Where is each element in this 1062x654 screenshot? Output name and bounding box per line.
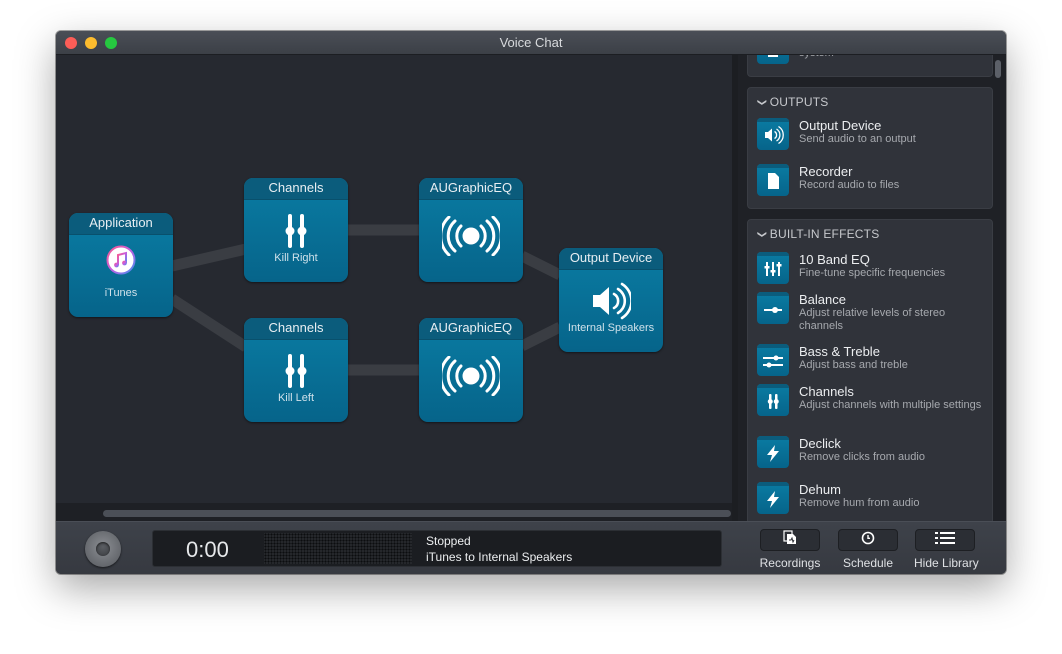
- node-title: Channels: [244, 318, 348, 340]
- eq-sliders-icon: [757, 252, 789, 284]
- file-icon: [757, 164, 789, 196]
- playback-status: Stopped: [426, 534, 471, 548]
- graph-node-application[interactable]: Application iTunes: [69, 213, 173, 317]
- library-item-desc: Adjust channels with multiple settings: [799, 399, 982, 411]
- status-display: 0:00 Stopped iTunes to Internal Speakers: [152, 530, 722, 567]
- graph-node-channels-kill-left[interactable]: Channels Kill Left: [244, 318, 348, 422]
- partial-item-icon: [757, 55, 789, 64]
- library-item-desc: Adjust relative levels of stereo channel…: [799, 307, 946, 332]
- title-bar: Voice Chat: [56, 31, 1006, 55]
- library-item-output-device[interactable]: Output Device Send audio to an output: [757, 118, 987, 158]
- node-subtitle: Kill Left: [277, 392, 315, 404]
- library-item-desc: system: [799, 55, 989, 60]
- schedule-label: Schedule: [842, 556, 894, 570]
- wire-application-channels-2: [169, 294, 249, 352]
- library-panel-partial: system: [747, 55, 993, 77]
- built-in-effects-section-header[interactable]: ❯ BUILT-IN EFFECTS: [757, 227, 880, 241]
- node-title: Application: [69, 213, 173, 235]
- node-title: Output Device: [559, 248, 663, 270]
- library-item-desc: Record audio to files: [799, 179, 900, 191]
- chevron-down-icon: ❯: [757, 98, 768, 107]
- graph-node-output-device[interactable]: Output Device Internal Speakers: [559, 248, 663, 352]
- record-button[interactable]: [85, 531, 121, 567]
- recordings-label: Recordings: [759, 556, 821, 570]
- lightning-icon: [757, 436, 789, 468]
- library-item-balance[interactable]: Balance Adjust relative levels of stereo…: [757, 292, 987, 332]
- section-title: OUTPUTS: [769, 95, 829, 109]
- library-item-declick[interactable]: Declick Remove clicks from audio: [757, 436, 987, 476]
- itunes-icon: [69, 245, 173, 275]
- graph-node-augraphiceq-1[interactable]: AUGraphicEQ: [419, 178, 523, 282]
- library-item-name: Declick: [799, 436, 841, 451]
- audio-route: iTunes to Internal Speakers: [426, 550, 573, 564]
- library-item-name: Output Device: [799, 118, 882, 133]
- library-item-desc: Adjust bass and treble: [799, 359, 908, 371]
- channels-sliders-icon: [757, 384, 789, 416]
- library-item-desc: Remove clicks from audio: [799, 451, 925, 463]
- graph-node-augraphiceq-2[interactable]: AUGraphicEQ: [419, 318, 523, 422]
- node-subtitle: Kill Right: [274, 252, 318, 264]
- library-item-name: Recorder: [799, 164, 853, 179]
- node-subtitle: Internal Speakers: [567, 322, 655, 334]
- library-item-partial[interactable]: system: [757, 55, 987, 84]
- library-item-desc: Send audio to an output: [799, 133, 916, 145]
- wire-augraphiceq-1-output-device: [519, 251, 563, 280]
- app-window: Voice Chat Application iTunes Channels K…: [56, 31, 1006, 574]
- lightning-icon: [757, 482, 789, 514]
- recordings-icon: [783, 530, 797, 550]
- node-subtitle: iTunes: [104, 287, 138, 299]
- node-title: AUGraphicEQ: [419, 318, 523, 340]
- horizontal-scrollbar[interactable]: [103, 510, 731, 517]
- library-item-desc: Fine-tune specific frequencies: [799, 267, 946, 279]
- vertical-scrollbar[interactable]: [995, 60, 1001, 78]
- section-title: BUILT-IN EFFECTS: [769, 227, 880, 241]
- library-item-10-band-eq[interactable]: 10 Band EQ Fine-tune specific frequencie…: [757, 252, 987, 292]
- clock-icon: [861, 531, 875, 550]
- hide-library-label: Hide Library: [914, 556, 979, 570]
- channels-sliders-icon: [244, 353, 348, 389]
- channels-sliders-icon: [244, 213, 348, 249]
- list-icon: [935, 531, 955, 550]
- schedule-button[interactable]: Schedule: [837, 529, 899, 570]
- window-title: Voice Chat: [499, 35, 563, 50]
- library-panel-built-in-effects: ❯ BUILT-IN EFFECTS 10 Band EQ Fine-tune s…: [747, 219, 993, 521]
- library-item-name: Channels: [799, 384, 854, 399]
- recordings-button[interactable]: Recordings: [759, 529, 821, 570]
- level-meter: [264, 533, 412, 564]
- bass-treble-icon: [757, 344, 789, 376]
- node-title: AUGraphicEQ: [419, 178, 523, 200]
- outputs-section-header[interactable]: ❯ OUTPUTS: [757, 95, 829, 109]
- speaker-icon: [757, 118, 789, 150]
- library-sidebar: system ❯OUTPUTS Output Device Send audio…: [738, 55, 1006, 521]
- library-panel-outputs: ❯ OUTPUTS Output Device Send audio to an …: [747, 87, 993, 209]
- library-item-name: Bass & Treble: [799, 344, 880, 359]
- chevron-down-icon: ❯: [757, 230, 768, 239]
- graph-node-channels-kill-right[interactable]: Channels Kill Right: [244, 178, 348, 282]
- wire-application-channels-1: [170, 243, 248, 272]
- elapsed-time: 0:00: [186, 537, 229, 562]
- audio-unit-broadcast-icon: [419, 356, 523, 396]
- library-item-dehum[interactable]: Dehum Remove hum from audio: [757, 482, 987, 521]
- library-item-name: Dehum: [799, 482, 841, 497]
- library-item-desc: Remove hum from audio: [799, 497, 920, 509]
- library-item-name: Balance: [799, 292, 846, 307]
- speaker-icon: [559, 282, 663, 320]
- node-title: Channels: [244, 178, 348, 200]
- wire-augraphiceq-2-output-device: [519, 322, 563, 351]
- library-item-name: 10 Band EQ: [799, 252, 870, 267]
- transport-bar: 0:00 Stopped iTunes to Internal Speakers…: [56, 521, 1006, 574]
- balance-slider-icon: [757, 292, 789, 324]
- library-item-bass-treble[interactable]: Bass & Treble Adjust bass and treble: [757, 344, 987, 384]
- library-item-recorder[interactable]: Recorder Record audio to files: [757, 164, 987, 204]
- library-item-channels[interactable]: Channels Adjust channels with multiple s…: [757, 384, 987, 424]
- hide-library-button[interactable]: Hide Library: [914, 529, 979, 570]
- audio-unit-broadcast-icon: [419, 216, 523, 256]
